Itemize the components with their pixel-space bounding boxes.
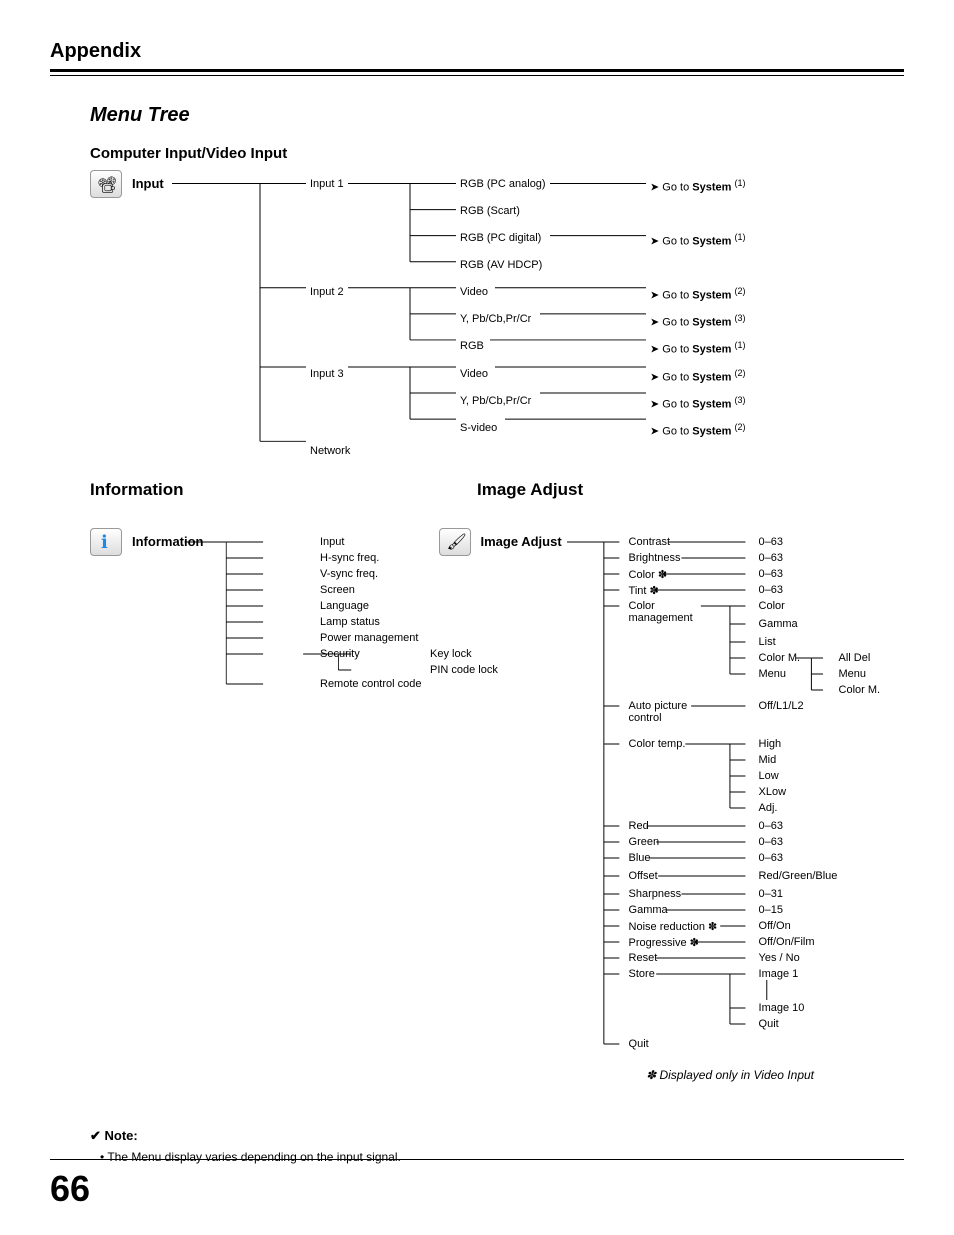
appendix-title: Appendix bbox=[50, 40, 904, 63]
input-tree: Input Input 1 Input 2 Input 3 Network RG… bbox=[50, 170, 904, 450]
image-adjust-title: Image Adjust bbox=[477, 480, 904, 500]
information-title: Information bbox=[90, 480, 477, 500]
header-rule bbox=[50, 69, 904, 76]
note-text: • The Menu display varies depending on t… bbox=[100, 1150, 904, 1164]
note-title: ✔ Note: bbox=[90, 1128, 904, 1144]
image-adjust-tree: Image Adjust Contrast 0–63 Brightness 0–… bbox=[439, 528, 904, 1088]
computer-input-title: Computer Input/Video Input bbox=[90, 145, 904, 162]
page-number: 66 bbox=[50, 1168, 90, 1210]
information-tree: Information Input H-sync freq. V-sync fr… bbox=[50, 528, 419, 718]
menu-tree-title: Menu Tree bbox=[90, 104, 904, 127]
bottom-rule bbox=[50, 1159, 904, 1160]
